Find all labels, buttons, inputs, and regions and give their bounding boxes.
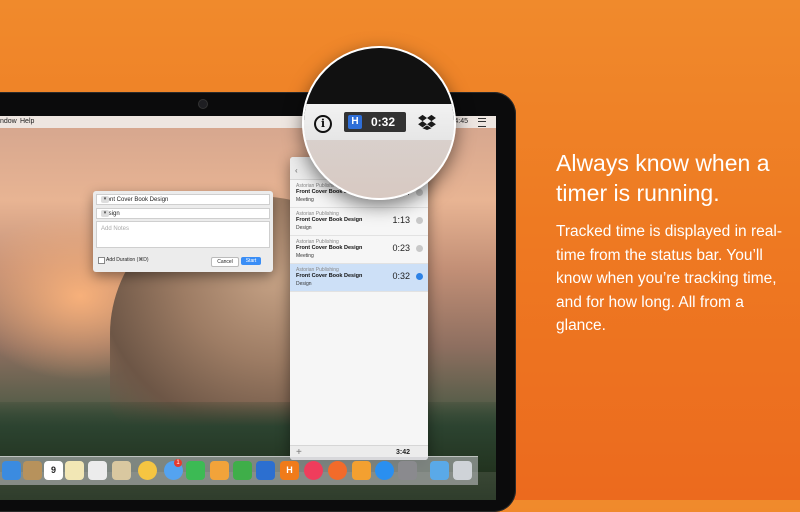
timer-project: Front Cover Book Design <box>296 217 363 223</box>
keynote-icon[interactable] <box>256 461 275 480</box>
harvest-timer-icon: H <box>348 115 362 129</box>
timer-task: Design <box>296 281 312 287</box>
facetime-icon[interactable] <box>186 461 205 480</box>
start-timer-icon[interactable] <box>416 189 423 196</box>
start-button[interactable]: Start <box>241 257 261 265</box>
timer-row[interactable]: Astorian Publishing Front Cover Book Desi… <box>290 236 428 264</box>
project-select[interactable]: Front Cover Book Design ▾ <box>96 194 270 205</box>
system-preferences-icon[interactable] <box>398 461 417 480</box>
chevron-down-icon: ▾ <box>101 196 109 203</box>
timer-task: Meeting <box>296 197 314 203</box>
downloads-folder-icon[interactable] <box>430 461 449 480</box>
menu-help[interactable]: Help <box>20 118 34 125</box>
finder-icon[interactable] <box>2 461 21 480</box>
task-select[interactable]: Design ▾ <box>96 208 270 219</box>
timer-time: 1:13 <box>392 215 410 225</box>
timer-time: 0:23 <box>392 243 410 253</box>
start-timer-icon[interactable] <box>416 217 423 224</box>
reminders-icon[interactable] <box>65 461 84 480</box>
running-time: 0:32 <box>371 115 396 129</box>
stop-timer-icon[interactable] <box>416 273 423 280</box>
harvest-icon[interactable]: H <box>280 461 299 480</box>
timer-row[interactable]: Astorian Publishing Front Cover Book Desi… <box>290 264 428 292</box>
add-duration-checkbox[interactable] <box>98 257 105 264</box>
timer-project: Front Cover Book Design <box>296 273 363 279</box>
headline: Always know when a timer is running. <box>556 150 770 206</box>
numbers-icon[interactable] <box>233 461 252 480</box>
info-icon[interactable]: i <box>314 115 332 133</box>
chevron-down-icon: ▾ <box>101 210 109 217</box>
notes-placeholder: Add Notes <box>101 226 130 232</box>
calendar-icon[interactable]: 9 <box>44 461 63 480</box>
timer-task: Meeting <box>296 253 314 259</box>
books-icon[interactable] <box>328 461 347 480</box>
timer-project: Front Cover Book Design <box>296 245 363 251</box>
back-arrow-icon[interactable]: ‹ <box>295 166 298 175</box>
notes-icon[interactable] <box>23 461 42 480</box>
dropbox-icon[interactable] <box>418 114 436 130</box>
timer-row[interactable]: Astorian Publishing Front Cover Book Desi… <box>290 208 428 236</box>
cancel-button[interactable]: Cancel <box>211 257 239 267</box>
new-timer-form: Front Cover Book Design ▾ Design ▾ Add N… <box>93 191 273 272</box>
camera-dot <box>198 99 208 109</box>
timer-task: Design <box>296 225 312 231</box>
total-time: 3:42 <box>395 449 410 456</box>
timer-list-panel: ‹ Astorian Publishing Front Cover Book De… <box>290 157 428 460</box>
add-duration-label: Add Duration (⌘D) <box>106 257 149 263</box>
status-bar-magnifier: i H 0:32 <box>302 46 456 200</box>
body-copy: Tracked time is displayed in real-time f… <box>556 223 782 334</box>
pages-icon[interactable] <box>210 461 229 480</box>
app-store-icon[interactable] <box>375 461 394 480</box>
preview-icon[interactable] <box>112 461 131 480</box>
music-icon[interactable] <box>304 461 323 480</box>
harvest-status-timer[interactable]: H 0:32 <box>344 112 406 132</box>
project-select-value: Front Cover Book Design <box>101 197 169 203</box>
start-timer-icon[interactable] <box>416 245 423 252</box>
menu-window[interactable]: ndow <box>0 118 17 125</box>
notes-field[interactable]: Add Notes <box>96 221 270 248</box>
ibooks-icon[interactable] <box>352 461 371 480</box>
photos-icon[interactable] <box>138 461 157 480</box>
messages-badge: 1 <box>174 459 182 467</box>
preview-icon[interactable] <box>88 461 107 480</box>
notification-center-icon[interactable] <box>478 118 486 127</box>
trash-icon[interactable] <box>453 461 472 480</box>
dock: 9 1 H <box>0 456 478 485</box>
timer-time: 0:32 <box>392 271 410 281</box>
